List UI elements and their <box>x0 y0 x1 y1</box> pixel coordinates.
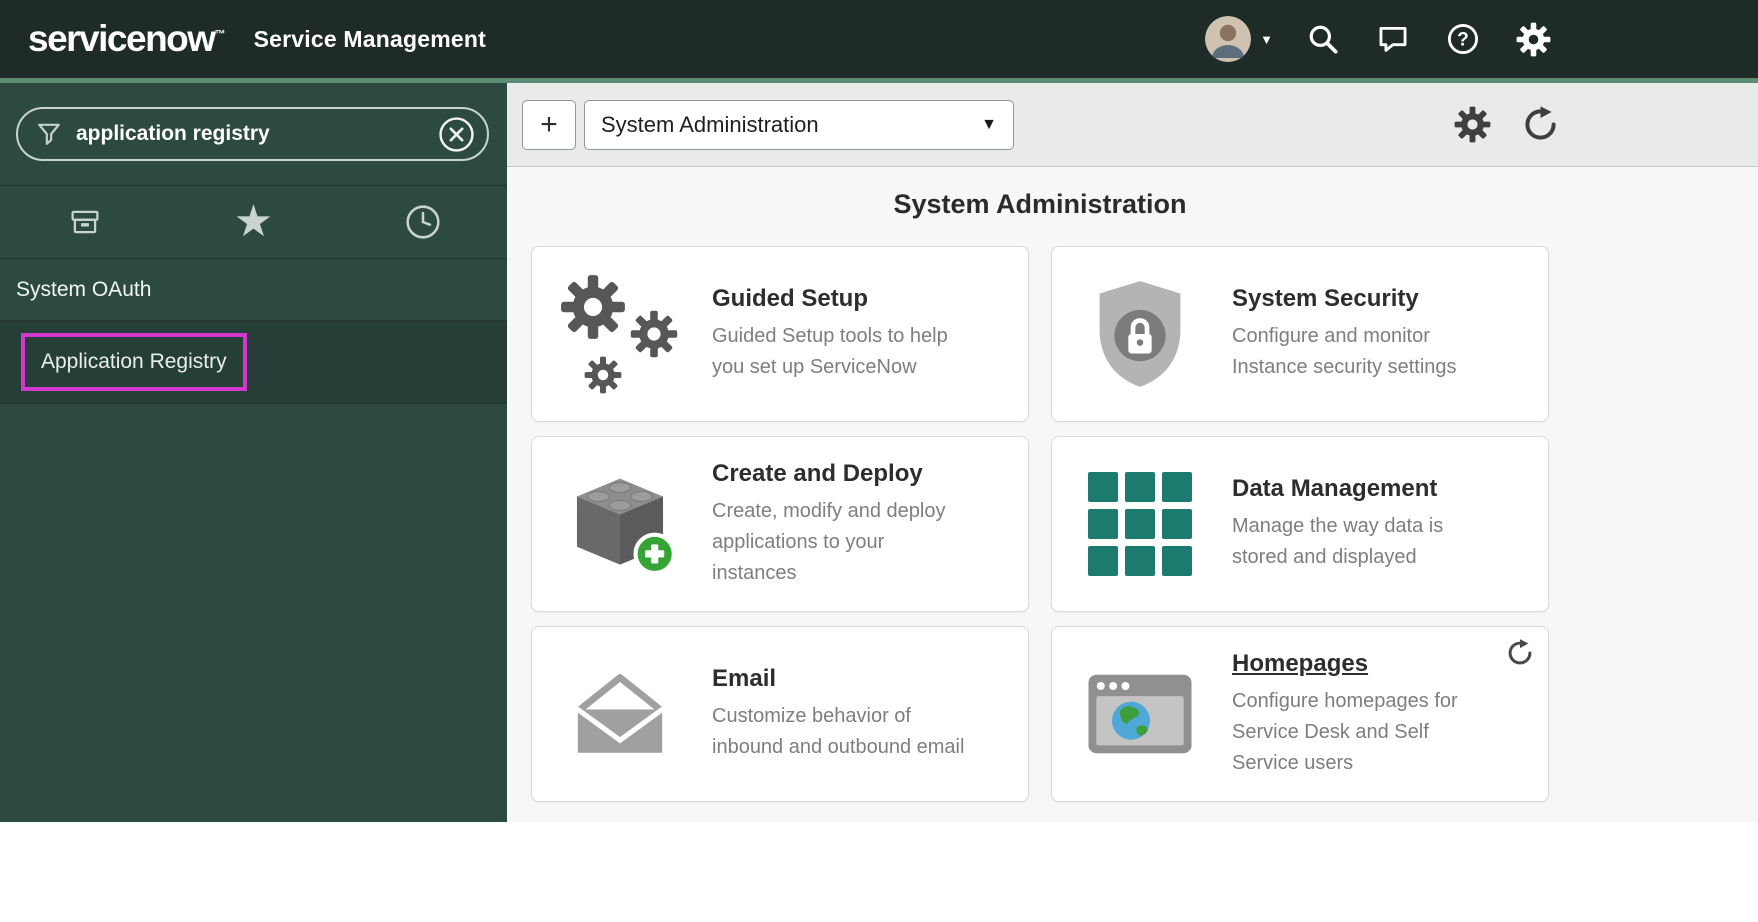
nav-section-system-oauth[interactable]: System OAuth <box>0 259 507 321</box>
shield-lock-icon <box>1074 268 1206 400</box>
header-controls: ▼ ? <box>1205 16 1553 62</box>
card-description: Create, modify and deploy applications t… <box>712 496 972 589</box>
servicenow-logo[interactable]: servicenow™ <box>28 18 226 60</box>
toolbar-refresh-button[interactable] <box>1520 105 1560 145</box>
card-grid: Guided Setup Guided Setup tools to help … <box>531 246 1549 802</box>
avatar-image <box>1205 16 1251 62</box>
chevron-down-icon: ▼ <box>1260 32 1273 47</box>
chat-icon <box>1376 22 1410 56</box>
gear-icon <box>1516 22 1551 57</box>
trademark-mark: ™ <box>215 29 226 41</box>
card-refresh-button[interactable] <box>1506 639 1534 672</box>
card-title: System Security <box>1232 285 1458 313</box>
navigator-tabs: ★ <box>0 185 507 259</box>
page-title: System Administration <box>531 189 1549 220</box>
tab-favorites[interactable]: ★ <box>169 186 338 258</box>
star-icon: ★ <box>234 200 273 244</box>
product-title: Service Management <box>254 26 486 53</box>
toolbar-settings-button[interactable] <box>1452 105 1492 145</box>
content-toolbar: + System Administration ▼ <box>507 83 1758 167</box>
search-icon <box>1307 23 1339 55</box>
funnel-icon <box>36 121 62 147</box>
gear-icon <box>1454 106 1491 143</box>
card-text: Email Customize behavior of inbound and … <box>712 665 972 763</box>
chat-button[interactable] <box>1373 19 1413 59</box>
card-email[interactable]: Email Customize behavior of inbound and … <box>531 626 1029 802</box>
card-description: Manage the way data is stored and displa… <box>1232 511 1458 573</box>
envelope-icon <box>554 648 686 780</box>
user-menu[interactable]: ▼ <box>1205 16 1273 62</box>
annotation-highlight-box: Application Registry <box>21 333 247 391</box>
card-create-and-deploy[interactable]: Create and Deploy Create, modify and dep… <box>531 436 1029 612</box>
filter-navigator[interactable] <box>16 107 489 161</box>
content-body: System Administration Guided Setup Guide… <box>507 167 1758 822</box>
card-title: Data Management <box>1232 475 1458 503</box>
chevron-down-icon: ▼ <box>981 116 997 134</box>
settings-button[interactable] <box>1513 19 1553 59</box>
application-navigator: ★ System OAuth Application Registry <box>0 83 507 822</box>
banner-header: servicenow™ Service Management ▼ <box>0 0 1758 78</box>
help-icon: ? <box>1446 22 1480 56</box>
section-label: System OAuth <box>16 278 151 302</box>
category-dropdown-value: System Administration <box>601 112 819 138</box>
card-system-security[interactable]: System Security Configure and monitor In… <box>1051 246 1549 422</box>
card-title: Email <box>712 665 972 693</box>
refresh-icon <box>1522 106 1559 143</box>
card-guided-setup[interactable]: Guided Setup Guided Setup tools to help … <box>531 246 1029 422</box>
app-window: servicenow™ Service Management ▼ <box>0 0 1758 822</box>
nav-item-application-registry[interactable]: Application Registry <box>41 350 227 373</box>
search-button[interactable] <box>1303 19 1343 59</box>
card-text: Homepages Configure homepages for Servic… <box>1232 650 1458 779</box>
card-description: Configure homepages for Service Desk and… <box>1232 686 1458 779</box>
add-application-button[interactable]: + <box>522 100 576 150</box>
tab-history[interactable] <box>338 186 507 258</box>
svg-text:?: ? <box>1457 30 1469 51</box>
toolbar-actions <box>1452 105 1560 145</box>
card-text: Data Management Manage the way data is s… <box>1232 475 1458 573</box>
clear-filter-button[interactable] <box>438 116 475 153</box>
card-title: Create and Deploy <box>712 460 972 488</box>
tile-grid-icon <box>1074 458 1206 590</box>
card-homepages[interactable]: Homepages Configure homepages for Servic… <box>1051 626 1549 802</box>
card-description: Guided Setup tools to help you set up Se… <box>712 321 972 383</box>
card-data-management[interactable]: Data Management Manage the way data is s… <box>1051 436 1549 612</box>
avatar[interactable] <box>1205 16 1251 62</box>
card-description: Configure and monitor Instance security … <box>1232 321 1458 383</box>
gears-icon <box>554 268 686 400</box>
filter-area <box>0 83 507 185</box>
category-dropdown[interactable]: System Administration ▼ <box>584 100 1014 150</box>
nav-item-row: Application Registry <box>0 321 507 404</box>
clock-icon <box>404 203 442 241</box>
tab-all-applications[interactable] <box>0 186 169 258</box>
help-button[interactable]: ? <box>1443 19 1483 59</box>
brick-plus-icon <box>554 458 686 590</box>
browser-globe-icon <box>1074 648 1206 780</box>
content-frame: + System Administration ▼ System Adminis… <box>507 83 1758 822</box>
card-text: System Security Configure and monitor In… <box>1232 285 1458 383</box>
card-text: Guided Setup Guided Setup tools to help … <box>712 285 972 383</box>
archive-box-icon <box>67 204 103 240</box>
filter-input[interactable] <box>76 122 438 146</box>
homepages-link[interactable]: Homepages <box>1232 650 1458 678</box>
card-title: Guided Setup <box>712 285 972 313</box>
card-text: Create and Deploy Create, modify and dep… <box>712 460 972 589</box>
refresh-icon <box>1506 639 1534 667</box>
card-description: Customize behavior of inbound and outbou… <box>712 701 972 763</box>
